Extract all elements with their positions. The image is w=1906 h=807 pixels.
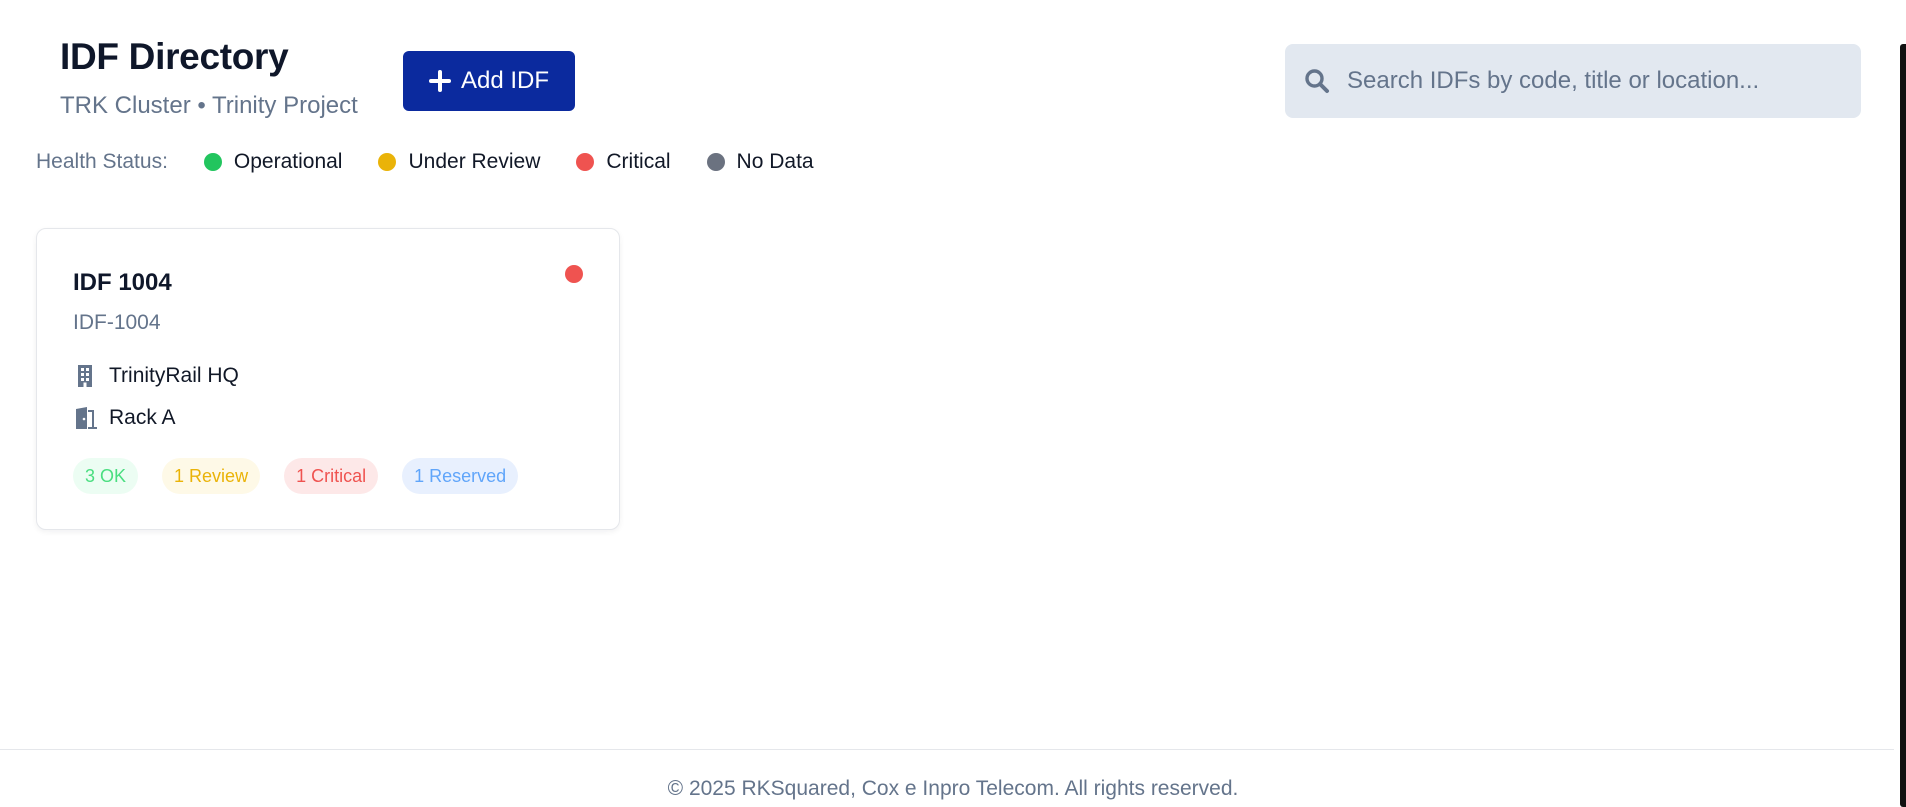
legend-item-label: Operational: [233, 150, 343, 173]
legend-item-critical: Critical: [576, 150, 671, 174]
page-title: IDF Directory: [60, 36, 289, 77]
status-dot-green: [203, 153, 222, 171]
idf-card-title: IDF 1004: [73, 269, 172, 296]
legend-item-label: Critical: [606, 150, 671, 173]
legend-item-label: No Data: [736, 150, 814, 173]
idf-card-badges: 3 OK 1 Review 1 Critical 1 Reserved: [73, 458, 519, 494]
footer: © 2025 RKSquared, Cox e Inpro Telecom. A…: [0, 749, 1906, 807]
legend-item-no-data: No Data: [706, 150, 814, 174]
legend-item-operational: Operational: [203, 150, 343, 174]
health-status-legend: Health Status: Operational Under Review …: [36, 150, 850, 174]
health-status-dot: [565, 265, 583, 283]
idf-card-code: IDF-1004: [73, 311, 161, 334]
add-idf-button-label: Add IDF: [460, 67, 550, 94]
add-idf-button[interactable]: Add IDF: [403, 51, 575, 111]
idf-card-site: TrinityRail HQ: [73, 363, 239, 389]
idf-card-rack-label: Rack A: [109, 406, 176, 429]
legend-item-label: Under Review: [408, 150, 541, 173]
status-dot-yellow: [378, 153, 397, 171]
legend-item-under-review: Under Review: [378, 150, 540, 174]
search-bar[interactable]: [1285, 44, 1861, 118]
idf-card-rack: Rack A: [73, 405, 176, 431]
badge-reserved: 1 Reserved: [402, 458, 519, 494]
scrollbar-thumb[interactable]: [1900, 44, 1906, 807]
status-dot-gray: [706, 153, 725, 171]
idf-directory-page: IDF Directory TRK Cluster • Trinity Proj…: [0, 0, 1906, 807]
plus-icon: [428, 70, 451, 92]
search-icon: [1303, 67, 1331, 95]
page-subtitle: TRK Cluster • Trinity Project: [60, 92, 358, 119]
door-icon: [73, 405, 99, 431]
legend-label: Health Status:: [36, 150, 168, 173]
copyright-text: © 2025 RKSquared, Cox e Inpro Telecom. A…: [667, 777, 1239, 800]
badge-review: 1 Review: [162, 458, 261, 494]
status-dot-red: [576, 153, 595, 171]
idf-card[interactable]: IDF 1004 IDF-1004 TrinityRail HQ Rack A …: [36, 228, 620, 530]
search-input[interactable]: [1331, 44, 1861, 118]
building-icon: [73, 363, 99, 389]
badge-ok: 3 OK: [73, 458, 139, 494]
idf-card-site-label: TrinityRail HQ: [109, 364, 239, 387]
badge-critical: 1 Critical: [284, 458, 379, 494]
